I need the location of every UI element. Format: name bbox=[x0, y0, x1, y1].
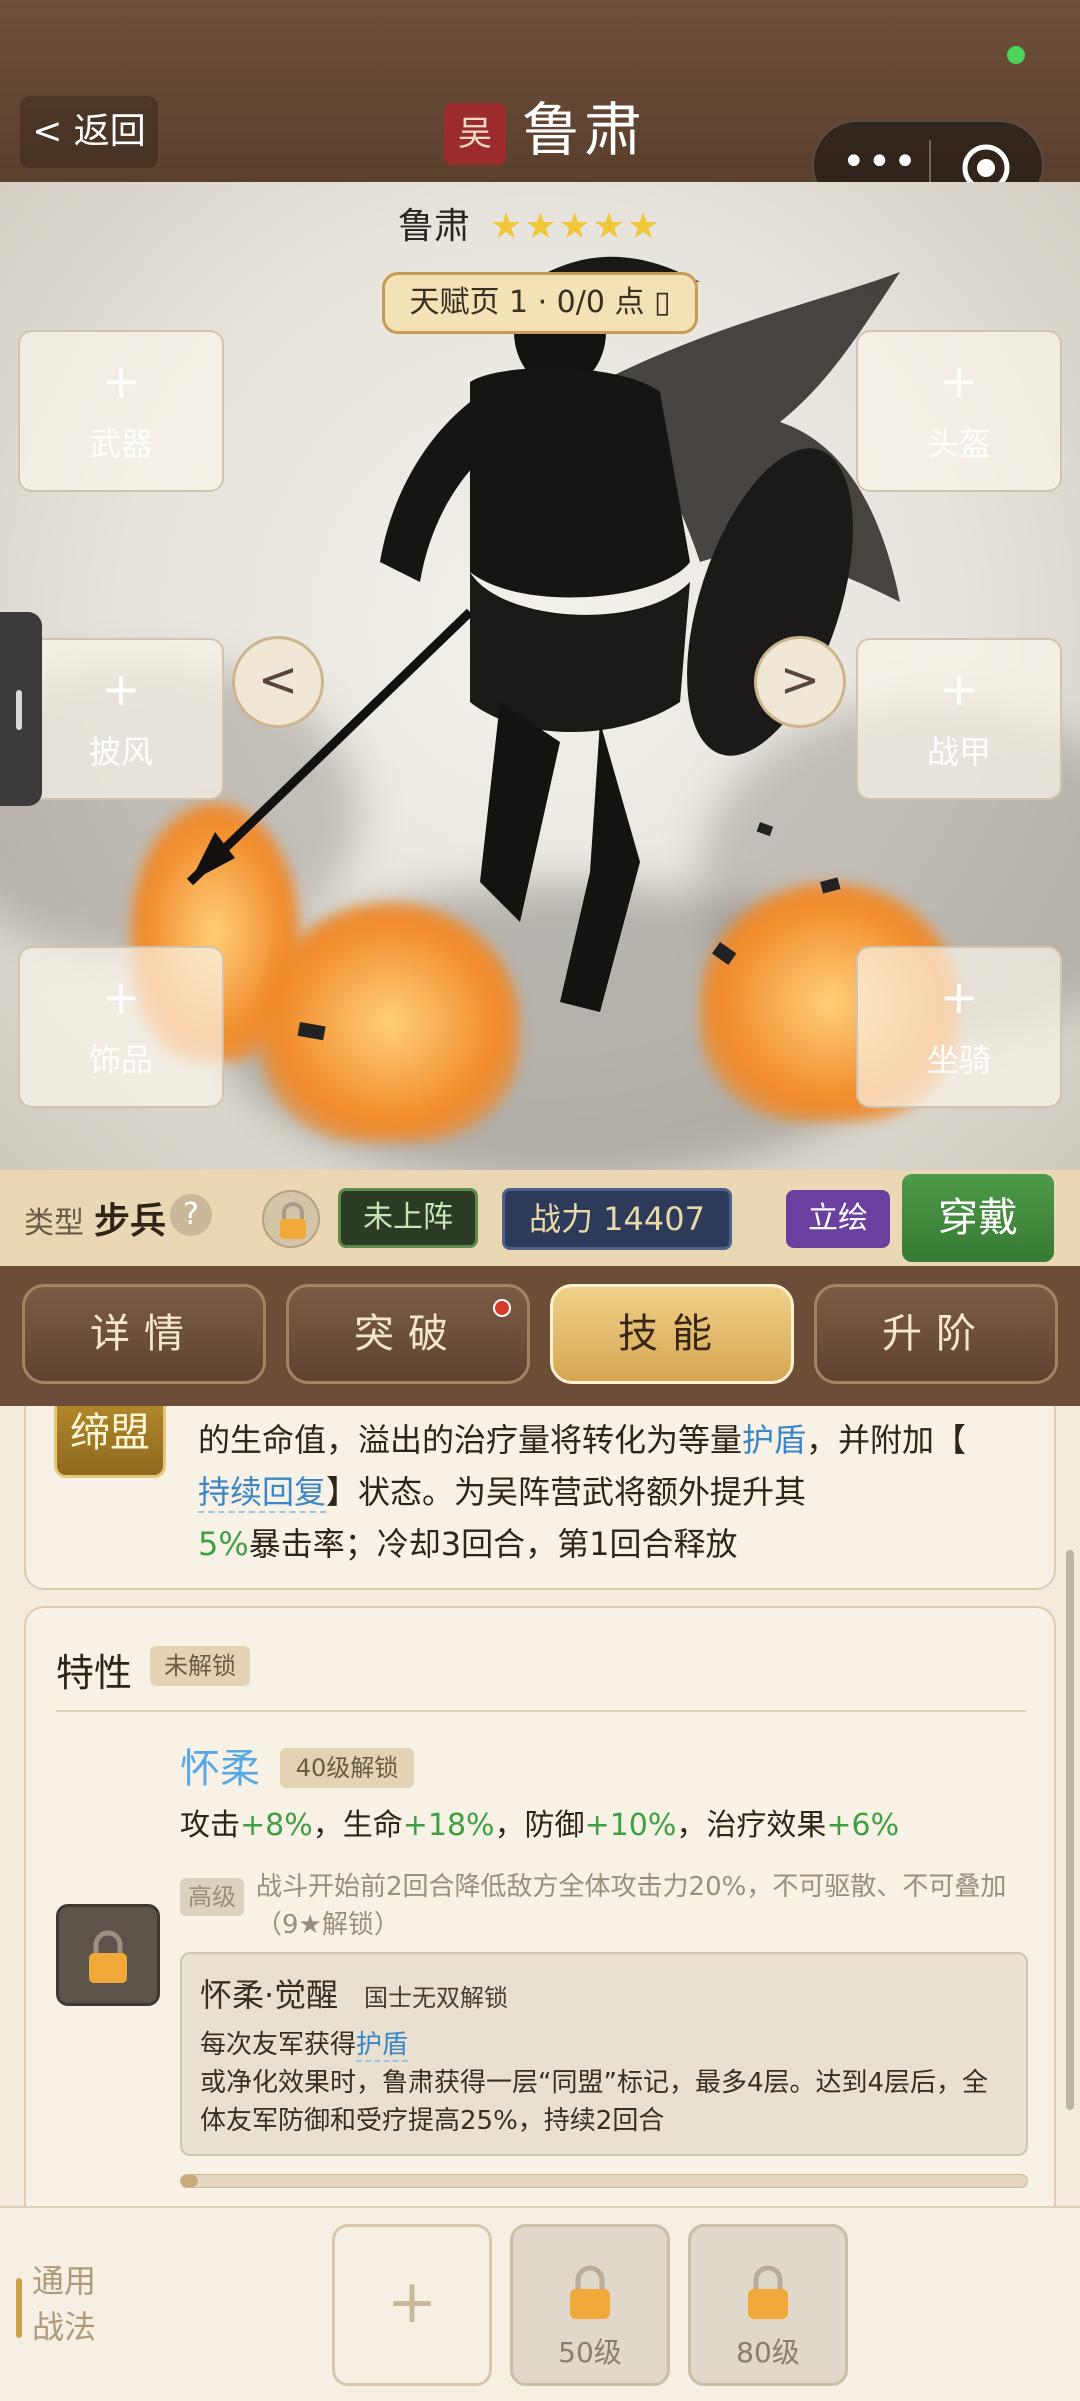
back-button[interactable]: < 返回 bbox=[20, 96, 158, 168]
awakening-text: 每次友军获得 bbox=[200, 2030, 357, 2060]
general-tactics-label: 通用战法 bbox=[32, 2262, 97, 2346]
awakening-box: 怀柔·觉醒 国士无双解锁 每次友军获得护盾或净化效果时，鲁肃获得一层“同盟”标记… bbox=[180, 1952, 1028, 2156]
slot-label: 头盔 bbox=[926, 425, 991, 463]
equip-wear-button[interactable]: 穿戴 bbox=[902, 1174, 1054, 1262]
stat-label: ，治疗效果 bbox=[676, 1808, 827, 1843]
slot-label: 战甲 bbox=[926, 733, 991, 771]
locked-tag: 未解锁 bbox=[150, 1646, 250, 1686]
notification-dot bbox=[493, 1299, 511, 1317]
tab-skills[interactable]: 技能 bbox=[550, 1284, 794, 1384]
skills-content: 缔盟 的生命值，溢出的治疗量将转化为等量护盾，并附加【 持续回复】状态。为吴阵营武… bbox=[0, 1406, 1080, 2206]
equip-slot-weapon[interactable]: + 武器 bbox=[18, 330, 224, 492]
skill-text: 暴击率；冷却3回合，第1回合释放 bbox=[248, 1525, 738, 1563]
star-rating: ★★★★★ bbox=[490, 206, 662, 247]
trait-stats: 攻击+8%，生命+18%，防御+10%，治疗效果+6% bbox=[180, 1806, 899, 1846]
add-icon: + bbox=[939, 354, 979, 408]
progress-fill bbox=[181, 2175, 198, 2187]
equip-slot-accessory[interactable]: + 饰品 bbox=[18, 946, 224, 1108]
hero-area: 鲁肃 ★★★★★ 天赋页 1 · 0/0 点 ▯ + 武器 + 头盔 + 披风 … bbox=[0, 182, 1080, 1170]
equip-slot-armor[interactable]: + 战甲 bbox=[856, 638, 1062, 800]
lock-icon bbox=[570, 2265, 610, 2319]
portrait-button[interactable]: 立绘 bbox=[786, 1190, 890, 1248]
content-scrollbar[interactable] bbox=[1066, 1550, 1074, 2110]
add-icon: + bbox=[101, 354, 141, 408]
skill-text: 】状态。为吴阵营武将额外提升其 bbox=[326, 1473, 807, 1511]
tab-bar: 详情 突破 技能 升阶 bbox=[0, 1266, 1080, 1406]
add-icon: + bbox=[939, 970, 979, 1024]
advanced-tag: 高级 bbox=[180, 1878, 244, 1916]
trait-section-title: 特性 bbox=[56, 1651, 133, 1695]
unlock-level-tag: 40级解锁 bbox=[280, 1748, 414, 1788]
stat-value: +18% bbox=[402, 1808, 495, 1843]
deploy-status-badge: 未上阵 bbox=[338, 1188, 478, 1248]
shield-keyword-link[interactable]: 护盾 bbox=[356, 2030, 409, 2062]
stat-value: +6% bbox=[826, 1808, 900, 1843]
skill-text: ，并附加【 bbox=[806, 1421, 967, 1459]
lock-icon bbox=[280, 1202, 306, 1239]
next-hero-button[interactable]: > bbox=[754, 636, 846, 728]
equip-slot-mount[interactable]: + 坐骑 bbox=[856, 946, 1062, 1108]
equip-slot-helmet[interactable]: + 头盔 bbox=[856, 330, 1062, 492]
shield-keyword-link[interactable]: 护盾 bbox=[742, 1421, 806, 1459]
trait-name: 怀柔 bbox=[180, 1746, 260, 1792]
page-title: 鲁肃 bbox=[522, 96, 647, 164]
type-label: 类型 bbox=[24, 1206, 84, 1241]
lock-toggle-icon[interactable] bbox=[262, 1190, 320, 1248]
side-drawer-handle[interactable] bbox=[0, 612, 42, 806]
more-icon[interactable]: ••• bbox=[842, 142, 917, 184]
tactic-slot-locked-50[interactable]: 50级 bbox=[510, 2224, 670, 2386]
trait-progress-bar bbox=[180, 2174, 1028, 2188]
tactic-slot-locked-80[interactable]: 80级 bbox=[688, 2224, 848, 2386]
slot-label: 坐骑 bbox=[926, 1041, 991, 1079]
awakening-text: 或净化效果时，鲁肃获得一层“同盟”标记，最多4层。达到4层后，全体友军防御和受疗… bbox=[200, 2068, 989, 2136]
skill-card: 缔盟 的生命值，溢出的治疗量将转化为等量护盾，并附加【持续回复】状态。为吴阵营武… bbox=[24, 1406, 1056, 1590]
skill-description: 的生命值，溢出的治疗量将转化为等量护盾，并附加【持续回复】状态。为吴阵营武将额外… bbox=[198, 1414, 1038, 1570]
slot-label: 饰品 bbox=[88, 1041, 153, 1079]
stat-value: +10% bbox=[584, 1808, 677, 1843]
awakening-title: 怀柔·觉醒 bbox=[200, 1976, 339, 2014]
tab-label: 突破 bbox=[354, 1311, 462, 1357]
talent-page-button[interactable]: 天赋页 1 · 0/0 点 ▯ bbox=[382, 272, 698, 334]
unlock-level: 80级 bbox=[736, 2336, 800, 2369]
tactic-slot-add[interactable]: + bbox=[332, 2224, 492, 2386]
awakening-description: 每次友军获得护盾或净化效果时，鲁肃获得一层“同盟”标记，最多4层。达到4层后，全… bbox=[200, 2026, 1012, 2140]
slot-label: 武器 bbox=[88, 425, 153, 463]
equip-slot-cloak[interactable]: + 披风 bbox=[18, 638, 224, 800]
combat-power-badge: 战力 14407 bbox=[502, 1188, 732, 1250]
awakening-unlock-note: 国士无双解锁 bbox=[364, 1984, 508, 2012]
faction-badge: 吴 bbox=[444, 103, 506, 165]
stat-label: 攻击 bbox=[180, 1808, 240, 1843]
tab-details[interactable]: 详情 bbox=[22, 1284, 266, 1384]
add-icon: + bbox=[386, 2267, 438, 2337]
skill-text: 的生命值，溢出的治疗量将转化为等量 bbox=[198, 1421, 743, 1459]
general-tactics-bar: 通用战法 + 50级 80级 bbox=[0, 2206, 1080, 2401]
status-indicator bbox=[1007, 46, 1025, 64]
lock-icon bbox=[89, 1930, 127, 1983]
trait-lock-icon bbox=[56, 1904, 160, 2006]
advanced-description: 战斗开始前2回合降低敌方全体攻击力20%，不可驱散、不可叠加（9★解锁） bbox=[256, 1872, 1007, 1940]
divider bbox=[56, 1710, 1026, 1712]
tab-upgrade[interactable]: 升阶 bbox=[814, 1284, 1058, 1384]
help-icon[interactable]: ? bbox=[170, 1194, 212, 1236]
skill-badge: 缔盟 bbox=[54, 1406, 166, 1478]
add-icon: + bbox=[939, 662, 979, 716]
lock-icon bbox=[748, 2265, 788, 2319]
top-bar: < 返回 吴 鲁肃 ••• bbox=[0, 0, 1080, 210]
trait-card: 特性 未解锁 怀柔 40级解锁 攻击+8%，生命+18%，防御+10%，治疗效果… bbox=[24, 1606, 1056, 2206]
type-value: 步兵 bbox=[94, 1201, 167, 1242]
add-icon: + bbox=[101, 970, 141, 1024]
stat-value: +8% bbox=[240, 1808, 313, 1843]
stat-label: ，防御 bbox=[494, 1808, 585, 1843]
tab-breakthrough[interactable]: 突破 bbox=[286, 1284, 530, 1384]
add-icon: + bbox=[101, 662, 141, 716]
section-accent bbox=[16, 2278, 22, 2338]
info-strip: 类型 步兵 ? 未上阵 战力 14407 立绘 穿戴 bbox=[0, 1170, 1080, 1266]
prev-hero-button[interactable]: < bbox=[232, 636, 324, 728]
unlock-level: 50级 bbox=[558, 2336, 622, 2369]
slot-label: 披风 bbox=[88, 733, 153, 771]
hero-name: 鲁肃 bbox=[398, 206, 471, 247]
stat-label: ，生命 bbox=[312, 1808, 403, 1843]
crit-percent: 5% bbox=[198, 1525, 249, 1563]
regen-keyword-link[interactable]: 持续回复 bbox=[198, 1473, 327, 1513]
